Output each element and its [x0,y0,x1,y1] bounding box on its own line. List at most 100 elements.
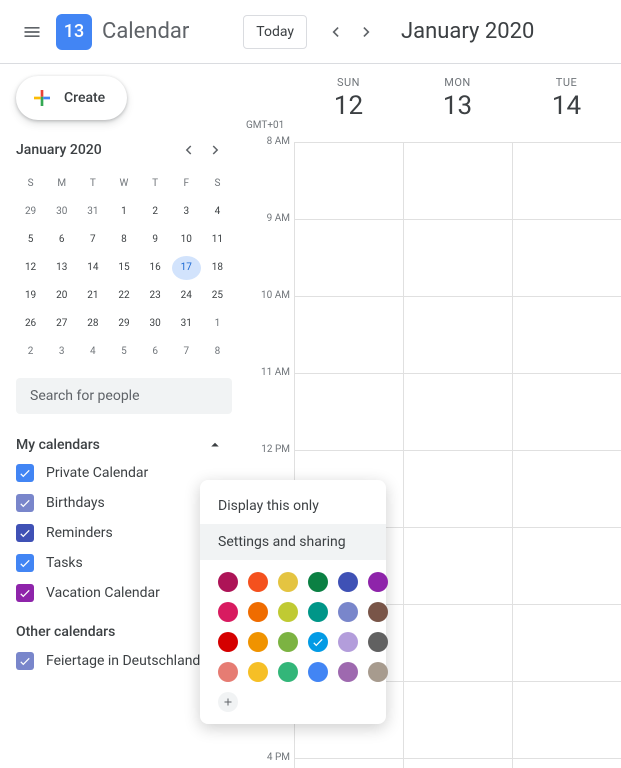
mini-day[interactable]: 11 [203,228,232,252]
mini-day[interactable]: 8 [203,340,232,364]
calendar-checkbox[interactable] [16,464,34,482]
mini-day[interactable]: 16 [141,256,170,280]
mini-day[interactable]: 30 [141,312,170,336]
mini-day[interactable]: 22 [109,284,138,308]
mini-day[interactable]: 17 [172,256,201,280]
day-column-header[interactable]: MON13 [403,64,512,121]
mini-day[interactable]: 15 [109,256,138,280]
mini-dow: W [109,172,138,196]
calendar-checkbox[interactable] [16,584,34,602]
my-calendars-toggle[interactable]: My calendars [16,436,232,454]
hour-row[interactable] [294,296,621,373]
mini-day[interactable]: 20 [47,284,76,308]
mini-day[interactable]: 27 [47,312,76,336]
hour-row[interactable] [294,373,621,450]
mini-day[interactable]: 4 [203,200,232,224]
color-swatch[interactable] [218,632,238,652]
mini-day[interactable]: 9 [141,228,170,252]
create-button[interactable]: Create [16,76,127,120]
mini-day[interactable]: 25 [203,284,232,308]
mini-day[interactable]: 6 [141,340,170,364]
color-swatch[interactable] [308,662,328,682]
settings-sharing-option[interactable]: Settings and sharing [200,524,386,560]
color-swatch[interactable] [308,572,328,592]
app-logo[interactable]: 13 Calendar [56,14,189,50]
hour-row[interactable] [294,219,621,296]
day-of-week: MON [403,76,512,89]
mini-day[interactable]: 10 [172,228,201,252]
mini-day[interactable]: 1 [203,312,232,336]
mini-day[interactable]: 23 [141,284,170,308]
mini-day[interactable]: 7 [78,228,107,252]
mini-day[interactable]: 21 [78,284,107,308]
color-swatch[interactable] [248,602,268,622]
mini-day[interactable]: 28 [78,312,107,336]
mini-day[interactable]: 13 [47,256,76,280]
mini-day[interactable]: 3 [47,340,76,364]
mini-day[interactable]: 14 [78,256,107,280]
mini-prev-month-button[interactable] [176,138,200,162]
color-swatch[interactable] [368,602,388,622]
search-people-input[interactable]: Search for people [16,378,232,414]
color-swatch[interactable] [338,662,358,682]
hour-row[interactable] [294,758,621,768]
color-swatch[interactable] [248,632,268,652]
prev-period-button[interactable] [319,16,351,48]
mini-day[interactable]: 31 [78,200,107,224]
color-swatch[interactable] [218,572,238,592]
mini-day[interactable]: 6 [47,228,76,252]
today-button[interactable]: Today [243,15,307,49]
mini-day[interactable]: 4 [78,340,107,364]
color-swatch[interactable] [278,662,298,682]
color-swatch[interactable] [248,662,268,682]
color-swatch[interactable] [248,572,268,592]
calendar-checkbox[interactable] [16,554,34,572]
color-swatch[interactable] [278,602,298,622]
mini-dow: T [141,172,170,196]
color-swatch[interactable] [368,632,388,652]
color-swatch[interactable] [368,662,388,682]
mini-day[interactable]: 2 [141,200,170,224]
mini-day[interactable]: 12 [16,256,45,280]
mini-day[interactable]: 3 [172,200,201,224]
color-swatch[interactable] [278,572,298,592]
color-swatch[interactable] [218,602,238,622]
color-swatch[interactable] [338,572,358,592]
color-swatch[interactable] [338,602,358,622]
day-number: 12 [294,91,403,121]
mini-day[interactable]: 5 [109,340,138,364]
mini-day[interactable]: 31 [172,312,201,336]
next-period-button[interactable] [351,16,383,48]
color-swatch[interactable] [368,572,388,592]
color-swatch[interactable] [338,632,358,652]
day-column-header[interactable]: TUE14 [512,64,621,121]
mini-day[interactable]: 19 [16,284,45,308]
mini-day[interactable]: 7 [172,340,201,364]
calendar-checkbox[interactable] [16,494,34,512]
color-swatch[interactable] [278,632,298,652]
add-custom-color-button[interactable] [218,692,238,712]
display-only-option[interactable]: Display this only [200,488,386,524]
chevron-left-icon [179,141,197,159]
mini-next-month-button[interactable] [204,138,228,162]
calendar-checkbox[interactable] [16,524,34,542]
calendar-checkbox[interactable] [16,652,34,670]
mini-day[interactable]: 24 [172,284,201,308]
hour-row[interactable] [294,142,621,219]
main-menu-button[interactable] [12,12,52,52]
mini-day[interactable]: 5 [16,228,45,252]
mini-day[interactable]: 30 [47,200,76,224]
color-swatch[interactable] [218,662,238,682]
hour-label: 11 AM [250,367,290,378]
mini-day[interactable]: 26 [16,312,45,336]
mini-day[interactable]: 18 [203,256,232,280]
calendar-item[interactable]: Private Calendar [16,464,232,482]
mini-day[interactable]: 2 [16,340,45,364]
day-column-header[interactable]: SUN12 [294,64,403,121]
color-swatch[interactable] [308,632,328,652]
mini-day[interactable]: 29 [16,200,45,224]
color-swatch[interactable] [308,602,328,622]
mini-day[interactable]: 29 [109,312,138,336]
mini-day[interactable]: 8 [109,228,138,252]
mini-day[interactable]: 1 [109,200,138,224]
